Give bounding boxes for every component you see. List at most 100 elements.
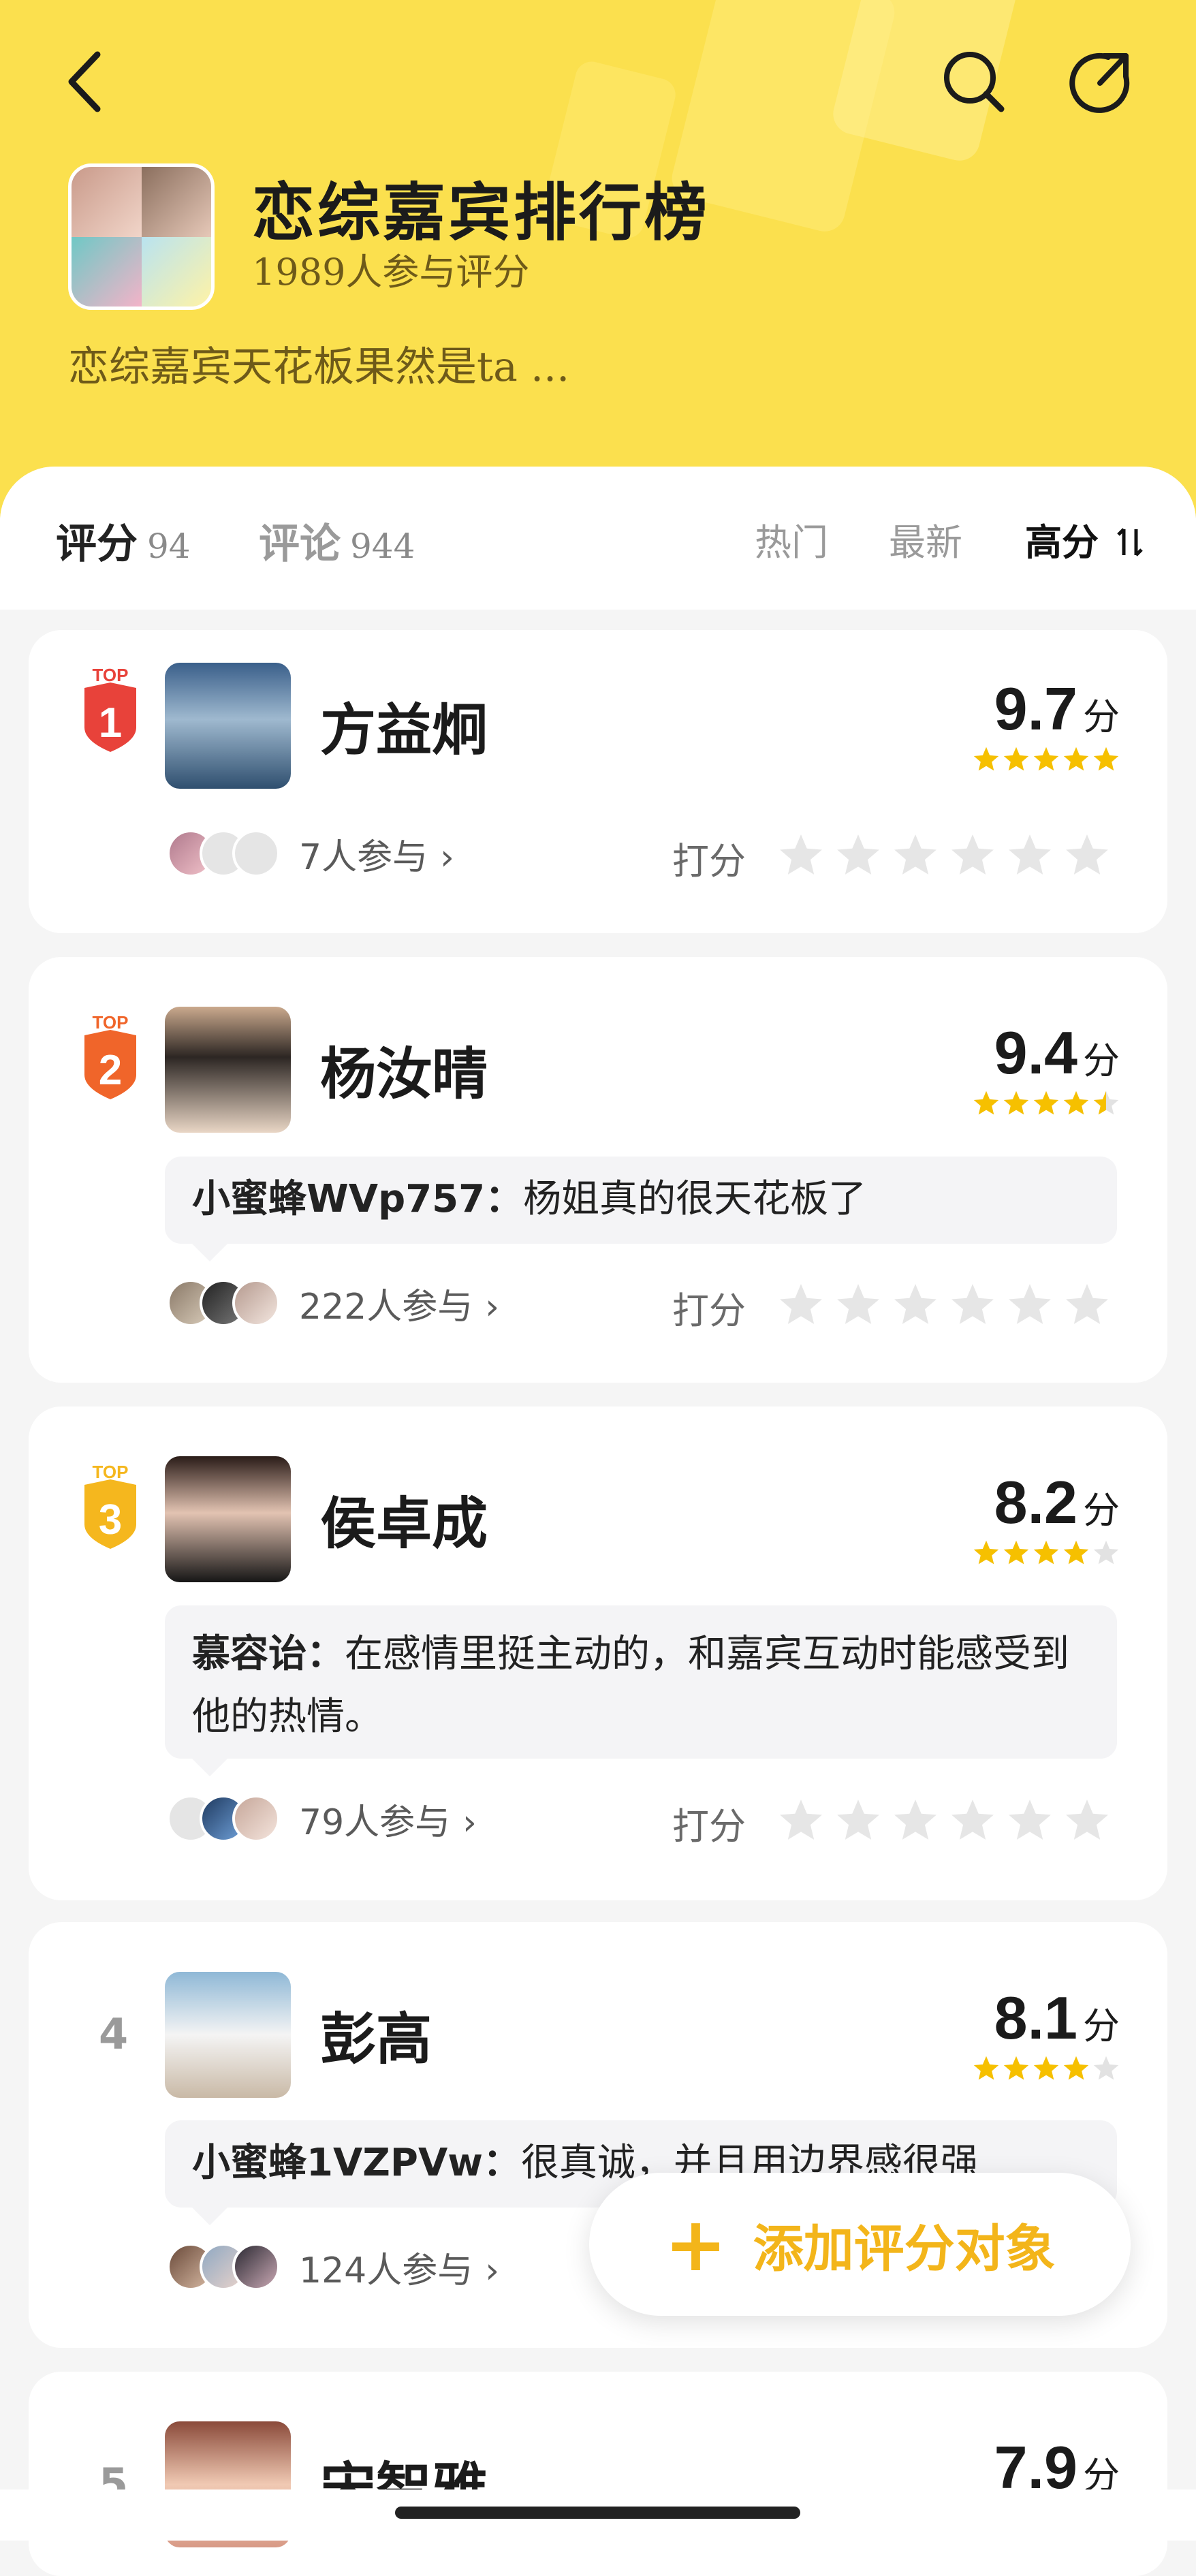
sort-icon <box>1117 528 1143 556</box>
comment-tail <box>192 2208 227 2225</box>
star-icon <box>1033 747 1059 771</box>
item-name[interactable]: 杨汝晴 <box>320 1028 488 1110</box>
top2-badge-icon: TOP 2 <box>84 1015 136 1099</box>
participants-row[interactable]: 79人参与 › <box>167 1791 477 1846</box>
tab-comment[interactable]: 评论 944 <box>259 511 415 570</box>
sort-newest[interactable]: 最新 <box>889 512 962 566</box>
add-rating-target-button[interactable]: + 添加评分对象 <box>589 2173 1131 2316</box>
add-rating-target-label: 添加评分对象 <box>753 2219 1056 2278</box>
participants-row[interactable]: 7人参与 › <box>167 826 454 881</box>
top1-badge-icon: TOP 1 <box>84 667 136 752</box>
score-stars <box>973 746 1120 776</box>
comment-tail <box>192 1759 227 1776</box>
chevron-right-icon: › <box>485 2250 500 2291</box>
star-icon[interactable] <box>835 832 881 879</box>
score-stars <box>973 2055 1120 2085</box>
avatar <box>232 2243 280 2291</box>
star-icon <box>1033 1540 1059 1565</box>
item-score: 8.2 分 <box>994 1468 1120 1536</box>
star-icon <box>1003 2056 1029 2080</box>
star-icon <box>1093 747 1119 771</box>
star-icon[interactable] <box>892 1282 939 1328</box>
home-indicator[interactable] <box>395 2507 800 2519</box>
star-icon <box>1063 1090 1089 1115</box>
search-button[interactable] <box>940 48 1008 116</box>
rate-stars-input[interactable] <box>778 832 1110 879</box>
participants-row[interactable]: 222人参与 › <box>167 1276 499 1330</box>
score-stars <box>973 1090 1120 1120</box>
list-cover-image <box>68 163 215 310</box>
avatar[interactable] <box>165 1972 291 2098</box>
rate-stars-input[interactable] <box>778 1282 1110 1328</box>
star-icon <box>1003 747 1029 771</box>
svg-text:1: 1 <box>99 700 122 747</box>
star-icon <box>973 1540 999 1565</box>
star-icon[interactable] <box>949 832 996 879</box>
svg-text:2: 2 <box>99 1047 122 1094</box>
star-icon <box>1093 1540 1119 1565</box>
participants-row[interactable]: 124人参与 › <box>167 2240 499 2294</box>
star-icon[interactable] <box>949 1797 996 1844</box>
avatar <box>232 1279 280 1327</box>
score-stars <box>973 1539 1120 1569</box>
star-icon <box>1033 2056 1059 2080</box>
item-score: 9.4 分 <box>994 1019 1120 1086</box>
star-icon <box>1003 1540 1029 1565</box>
participants-count: 1989人参与评分 <box>252 251 530 294</box>
svg-text:TOP: TOP <box>93 1015 129 1033</box>
star-icon[interactable] <box>1007 1797 1053 1844</box>
star-icon <box>973 747 999 771</box>
back-icon <box>68 51 101 112</box>
tab-rate[interactable]: 评分 94 <box>56 511 191 570</box>
page-title: 恋综嘉宾排行榜 <box>252 176 710 249</box>
list-description[interactable]: 恋综嘉宾天花板果然是ta ... <box>68 334 569 393</box>
search-icon <box>944 52 1005 112</box>
rate-stars-input[interactable] <box>778 1797 1110 1844</box>
star-icon[interactable] <box>1007 832 1053 879</box>
star-icon <box>1063 2056 1089 2080</box>
star-icon <box>1093 2056 1119 2080</box>
star-icon <box>1033 1090 1059 1115</box>
avatar <box>232 830 280 877</box>
star-icon[interactable] <box>835 1282 881 1328</box>
item-score: 9.7 分 <box>994 675 1120 742</box>
star-icon[interactable] <box>949 1282 996 1328</box>
star-icon[interactable] <box>1064 832 1110 879</box>
star-icon[interactable] <box>778 1797 824 1844</box>
top3-badge-icon: TOP 3 <box>84 1464 136 1549</box>
svg-text:TOP: TOP <box>93 667 129 685</box>
plus-icon: + <box>664 2201 727 2288</box>
item-score: 8.1 分 <box>994 1984 1120 2052</box>
avatar[interactable] <box>165 663 291 789</box>
star-icon[interactable] <box>1064 1282 1110 1328</box>
top-comment[interactable]: 小蜜蜂WVp757：杨姐真的很天花板了 <box>165 1157 1117 1244</box>
star-icon <box>1003 1090 1029 1115</box>
star-icon[interactable] <box>1064 1797 1110 1844</box>
avatar <box>232 1795 280 1842</box>
share-icon <box>1069 52 1130 113</box>
item-name[interactable]: 侯卓成 <box>320 1478 488 1559</box>
comment-tail <box>192 1244 227 1261</box>
avatar[interactable] <box>165 1007 291 1133</box>
star-icon[interactable] <box>892 832 939 879</box>
avatar[interactable] <box>165 1456 291 1582</box>
chevron-right-icon: › <box>462 1802 477 1843</box>
item-name[interactable]: 方益炯 <box>320 685 488 766</box>
star-icon[interactable] <box>835 1797 881 1844</box>
share-button[interactable] <box>1066 48 1134 116</box>
star-icon[interactable] <box>892 1797 939 1844</box>
back-button[interactable] <box>54 48 116 116</box>
star-icon[interactable] <box>778 832 824 879</box>
sort-hot[interactable]: 热门 <box>755 512 828 566</box>
chevron-right-icon: › <box>440 836 454 878</box>
top-comment[interactable]: 慕容诒：在感情里挺主动的，和嘉宾互动时能感受到他的热情。 <box>165 1605 1117 1759</box>
item-name[interactable]: 彭高 <box>320 1994 432 2075</box>
rank-number: 4 <box>99 2009 129 2059</box>
sort-high-score[interactable]: 高分 <box>1025 512 1146 566</box>
star-icon[interactable] <box>1007 1282 1053 1328</box>
chevron-right-icon: › <box>485 1286 500 1328</box>
star-icon[interactable] <box>778 1282 824 1328</box>
star-icon <box>1093 1090 1119 1115</box>
rate-label: 打分 <box>672 1289 746 1332</box>
star-icon <box>973 2056 999 2080</box>
